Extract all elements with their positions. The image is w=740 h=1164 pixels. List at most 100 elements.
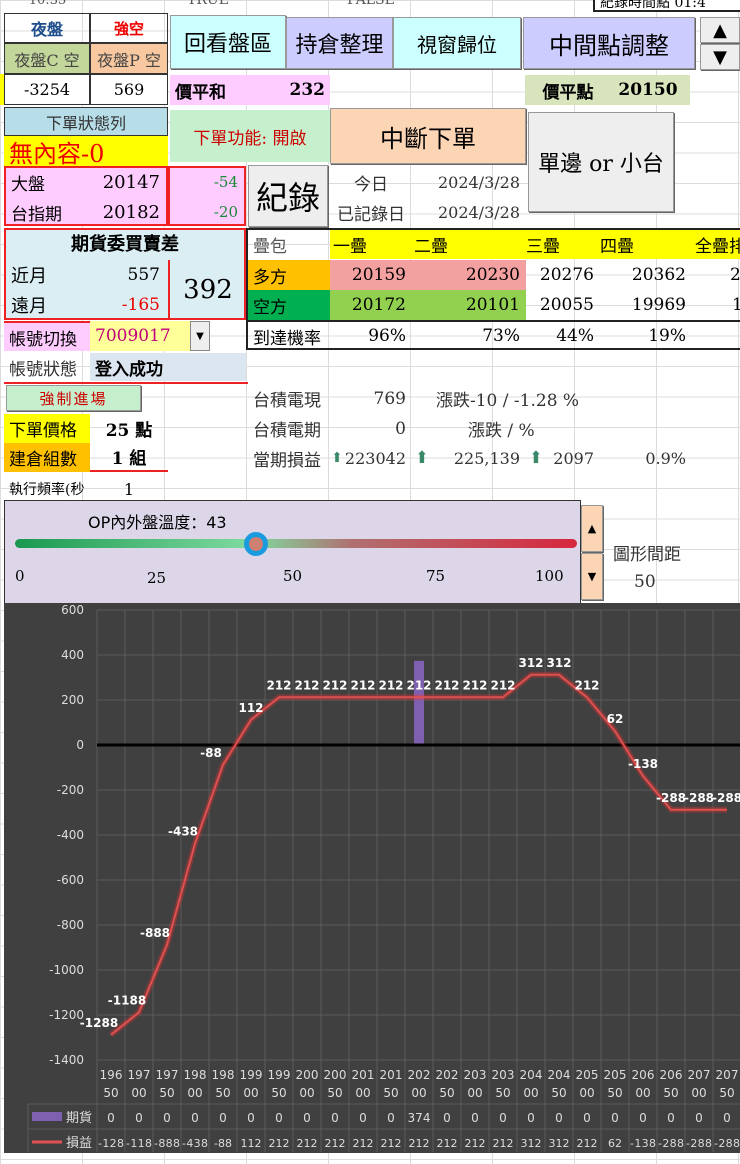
table-pnl-value: 212 xyxy=(493,1137,514,1150)
x-tick-label: 50 xyxy=(663,1086,678,1100)
data-label: -888 xyxy=(140,926,170,940)
y-tick-label: 600 xyxy=(61,603,84,617)
table-pnl-value: -288 xyxy=(714,1137,740,1150)
x-tick-label: 50 xyxy=(215,1086,230,1100)
mid-adjust-button[interactable]: 中間點調整 xyxy=(523,17,695,69)
legend-futures: 期貨 xyxy=(66,1110,92,1126)
x-tick-label: 207 xyxy=(688,1068,711,1082)
record-time: 紀錄時間點 01:4 xyxy=(593,0,740,12)
table-pnl-value: -88 xyxy=(214,1137,232,1150)
time-cell: 10:35 xyxy=(28,0,67,8)
order-price-label: 下單價格 xyxy=(4,414,90,443)
stop-order-button[interactable]: 中斷下單 xyxy=(330,108,526,164)
atm-value: 20150 xyxy=(618,80,678,100)
single-or-mini-button[interactable]: 單邊 or 小台 xyxy=(528,112,674,212)
long-4: 20362 xyxy=(631,265,686,285)
table-futures-value: 0 xyxy=(331,1111,339,1125)
op-gauge-knob[interactable] xyxy=(244,532,269,556)
table-pnl-value: -438 xyxy=(182,1137,208,1150)
table-pnl-value: 212 xyxy=(353,1137,374,1150)
table-futures-value: 0 xyxy=(583,1111,591,1125)
price-sum-label: 價平和 xyxy=(175,82,226,103)
data-label: 212 xyxy=(462,678,487,692)
y-tick-label: -200 xyxy=(57,783,84,797)
far-value: -165 xyxy=(121,295,160,315)
short-label: 空方 xyxy=(248,290,330,320)
x-tick-label: 50 xyxy=(159,1086,174,1100)
record-button[interactable]: 紀錄 xyxy=(248,165,328,227)
review-button[interactable]: 回看盤區 xyxy=(170,15,286,69)
prob-label: 到達機率 xyxy=(253,328,321,349)
layer-col-2: 二疊 xyxy=(414,237,448,257)
data-label: -438 xyxy=(168,825,198,839)
far-label: 遠月 xyxy=(11,296,47,317)
force-entry-button[interactable]: 強制進場 xyxy=(6,385,141,411)
layer-col-5: 全疊排 xyxy=(695,237,740,257)
table-futures-value: 0 xyxy=(275,1111,283,1125)
mid-down-button[interactable]: ▼ xyxy=(700,44,740,70)
x-tick-label: 50 xyxy=(607,1086,622,1100)
y-tick-label: -1200 xyxy=(49,1008,84,1022)
table-pnl-value: 212 xyxy=(325,1137,346,1150)
market-label: 大盤 xyxy=(11,174,45,195)
data-label: -88 xyxy=(200,746,222,760)
table-pnl-value: 212 xyxy=(577,1137,598,1150)
table-futures-value: 0 xyxy=(443,1111,451,1125)
data-label: -288 xyxy=(684,791,714,805)
window-reset-button[interactable]: 視窗歸位 xyxy=(393,17,521,69)
tsmc-fut-change: 漲跌 / % xyxy=(468,421,535,441)
bar-futures xyxy=(414,660,424,745)
long-2: 20230 xyxy=(465,265,520,285)
account-select[interactable]: 7009017 xyxy=(90,321,190,351)
data-label: 212 xyxy=(490,678,515,692)
recorded-label: 已記錄日 xyxy=(337,204,405,225)
table-futures-value: 0 xyxy=(107,1111,115,1125)
x-tick-label: 206 xyxy=(660,1068,683,1082)
short-2: 20101 xyxy=(465,295,520,315)
prob-1: 96% xyxy=(368,326,406,346)
long-5: 20 xyxy=(730,265,740,285)
op-tick: 75 xyxy=(426,567,446,585)
layer-col-3: 三疊 xyxy=(526,237,560,257)
x-tick-label: 202 xyxy=(408,1068,431,1082)
night-label: 夜盤 xyxy=(4,13,90,43)
x-tick-label: 50 xyxy=(271,1086,286,1100)
near-value: 557 xyxy=(127,265,160,285)
spacing-down-button[interactable]: ▼ xyxy=(581,553,603,600)
layer-col-4: 四疊 xyxy=(600,237,634,257)
x-tick-label: 50 xyxy=(439,1086,454,1100)
x-tick-label: 206 xyxy=(632,1068,655,1082)
long-1: 20159 xyxy=(351,265,406,285)
y-tick-label: -1000 xyxy=(49,963,84,977)
freq-value: 1 xyxy=(123,479,135,499)
table-futures-value: 0 xyxy=(499,1111,507,1125)
night-c-value: -3254 xyxy=(4,74,90,105)
op-gauge-title: OP內外盤溫度：43 xyxy=(88,513,227,532)
short-5: 1 xyxy=(732,295,740,315)
table-pnl-value: -118 xyxy=(126,1137,152,1150)
account-switch-label: 帳號切換 xyxy=(4,321,90,351)
order-status-content: 無內容-0 xyxy=(4,136,168,166)
y-tick-label: -400 xyxy=(57,828,84,842)
data-label: 212 xyxy=(294,678,319,692)
table-pnl-value: 212 xyxy=(269,1137,290,1150)
mid-up-button[interactable]: ▲ xyxy=(700,17,740,43)
tsmc-spot: 769 xyxy=(373,388,406,409)
spacing-up-button[interactable]: ▲ xyxy=(581,505,603,552)
data-label: 62 xyxy=(607,712,624,726)
data-label: 212 xyxy=(406,678,431,692)
dropdown-arrow-icon[interactable]: ▼ xyxy=(190,321,210,351)
divider xyxy=(4,382,248,384)
spread-total: 392 xyxy=(168,260,246,320)
table-pnl-value: -888 xyxy=(154,1137,180,1150)
data-label: 212 xyxy=(434,678,459,692)
table-futures-value: 0 xyxy=(695,1111,703,1125)
y-tick-label: -1400 xyxy=(49,1053,84,1067)
data-label: 212 xyxy=(378,678,403,692)
table-pnl-value: -128 xyxy=(98,1137,124,1150)
position-button[interactable]: 持倉整理 xyxy=(286,17,393,69)
spread-header: 期貨委買賣差 xyxy=(71,234,179,255)
data-label: -288 xyxy=(712,791,740,805)
x-tick-label: 200 xyxy=(296,1068,319,1082)
pnl-2: 225,139 xyxy=(453,449,520,468)
